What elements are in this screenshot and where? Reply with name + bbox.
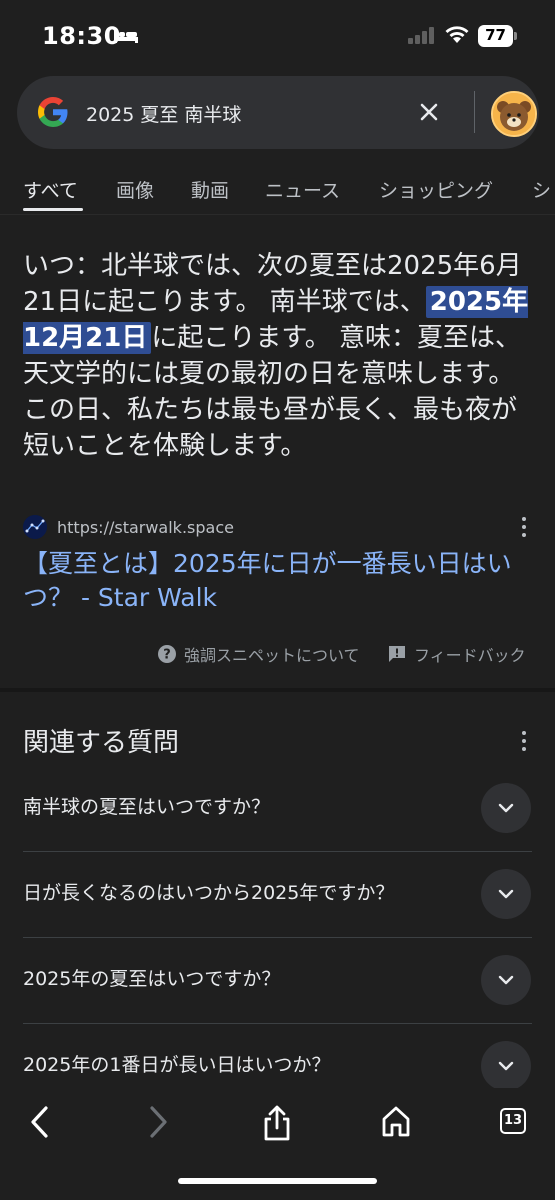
related-question-text: 南半球の夏至はいつですか？ — [23, 796, 271, 818]
status-bar: 18:30 77 — [0, 0, 555, 72]
cellular-signal-icon — [408, 27, 434, 44]
search-bar[interactable]: 2025 夏至 南半球 — [17, 76, 539, 149]
search-bar-divider — [474, 91, 475, 133]
share-icon — [264, 1105, 290, 1141]
active-tab-indicator — [23, 208, 83, 211]
sleep-focus-icon — [114, 29, 138, 43]
related-questions-title: 関連する質問 — [23, 728, 180, 758]
expand-question-button[interactable] — [481, 955, 531, 1005]
tab-switcher-button[interactable]: 13 — [497, 1104, 537, 1144]
about-snippets-link[interactable]: 強調スニペットについて — [184, 642, 360, 666]
battery-level: 77 — [485, 26, 506, 44]
expand-question-button[interactable] — [481, 869, 531, 919]
result-title-link[interactable]: 【夏至とは】2025年に日が一番長い日はいつ？ - Star Walk — [23, 547, 523, 615]
share-button[interactable] — [261, 1104, 301, 1144]
chevron-down-icon — [498, 889, 514, 899]
battery-indicator: 77 — [478, 25, 518, 47]
source-url[interactable]: https://starwalk.space — [57, 518, 234, 537]
tab-more[interactable]: シ — [532, 176, 551, 203]
tab-news[interactable]: ニュース — [265, 176, 340, 203]
back-button[interactable] — [26, 1104, 66, 1144]
related-question-text: 2025年の夏至はいつですか？ — [23, 968, 281, 990]
chevron-right-icon — [150, 1106, 167, 1138]
related-question-item[interactable]: 日が長くなるのはいつから2025年ですか？ — [23, 852, 532, 938]
related-question-item[interactable]: 2025年の夏至はいつですか？ — [23, 938, 532, 1024]
related-question-text: 2025年の1番日が長い日はいつか？ — [23, 1054, 331, 1076]
wifi-icon — [445, 26, 469, 43]
bear-avatar-icon — [493, 93, 535, 135]
home-icon — [382, 1106, 410, 1137]
starwalk-favicon-icon — [23, 515, 47, 539]
tab-videos[interactable]: 動画 — [191, 176, 229, 203]
expand-question-button[interactable] — [481, 1041, 531, 1091]
source-more-options-icon[interactable] — [520, 516, 528, 538]
expand-question-button[interactable] — [481, 783, 531, 833]
open-tabs-count: 13 — [500, 1108, 526, 1134]
forward-button[interactable] — [144, 1104, 184, 1144]
tab-shopping[interactable]: ショッピング — [379, 176, 493, 203]
related-question-item[interactable]: 南半球の夏至はいつですか？ — [23, 766, 532, 852]
tabs-divider — [0, 214, 555, 215]
chevron-down-icon — [498, 803, 514, 813]
search-input[interactable]: 2025 夏至 南半球 — [86, 100, 241, 127]
feedback-icon — [389, 646, 405, 662]
tab-all[interactable]: すべて — [23, 176, 78, 203]
help-circle-icon: ? — [158, 645, 176, 663]
clear-search-icon[interactable] — [415, 98, 443, 126]
related-more-options-icon[interactable] — [520, 730, 528, 752]
chevron-down-icon — [498, 1061, 514, 1071]
battery-cap — [514, 32, 517, 40]
chevron-left-icon — [31, 1106, 48, 1138]
snippet-source[interactable]: https://starwalk.space — [23, 514, 533, 542]
search-results-page: 18:30 77 2025 夏至 南半球 すべて 画像 動画 ニュース ショッピ… — [0, 0, 555, 1200]
chevron-down-icon — [498, 975, 514, 985]
account-avatar[interactable] — [491, 91, 537, 137]
featured-snippet-text: いつ：北半球では、次の夏至は2025年6月21日に起こります。 南半球では、 20… — [23, 248, 533, 464]
related-question-text: 日が長くなるのはいつから2025年ですか？ — [23, 882, 395, 904]
svg-text:?: ? — [163, 648, 171, 663]
search-tabs: すべて 画像 動画 ニュース ショッピング シ — [0, 162, 555, 214]
google-logo-icon — [38, 97, 68, 127]
feedback-link[interactable]: フィードバック — [414, 642, 526, 666]
section-separator — [0, 688, 555, 692]
home-button[interactable] — [380, 1104, 420, 1144]
tab-images[interactable]: 画像 — [116, 176, 154, 203]
status-time: 18:30 — [42, 22, 121, 50]
home-indicator[interactable] — [178, 1178, 377, 1184]
